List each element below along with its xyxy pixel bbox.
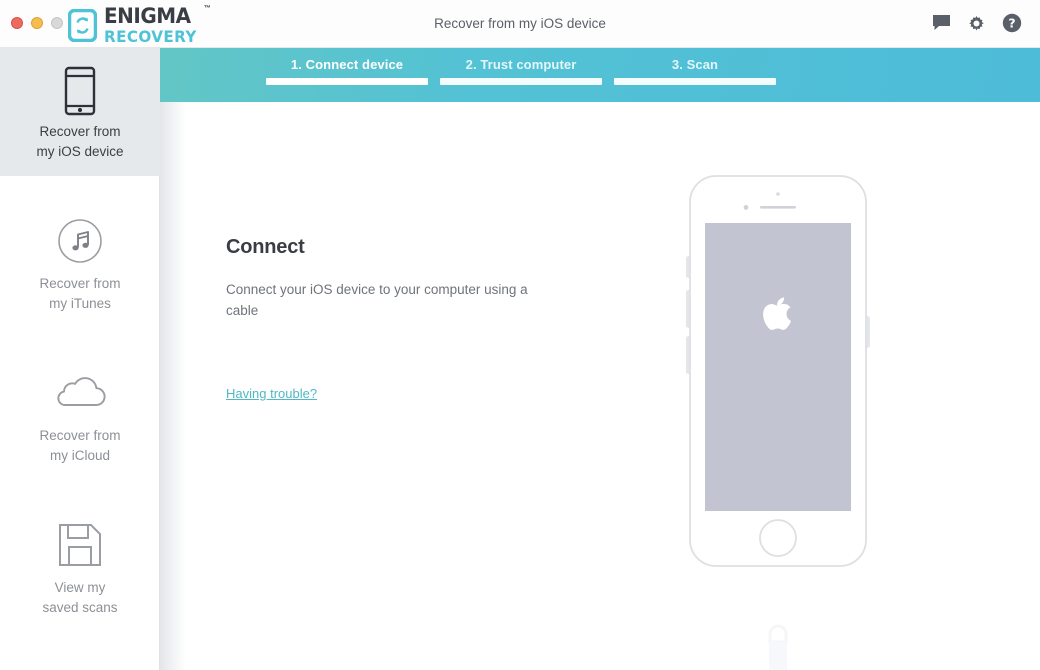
step-trust-computer[interactable]: 2. Trust computer (434, 57, 608, 85)
help-icon[interactable]: ? (1002, 13, 1022, 33)
titlebar-actions: ? (932, 13, 1022, 33)
brand-name-top: ENIGMA (104, 4, 191, 28)
step-list: 1. Connect device 2. Trust computer 3. S… (260, 57, 782, 85)
enigma-recovery-mark-icon (67, 8, 98, 43)
iphone-illustration (678, 168, 878, 573)
sidebar-item-ios-device[interactable]: Recover from my iOS device (0, 48, 160, 176)
lightning-cable-icon (758, 620, 798, 670)
connect-instructions: Connect Connect your iOS device to your … (226, 236, 556, 321)
app-logo-text: ENIGMA ™ RECOVERY (104, 4, 211, 46)
step-bar (614, 78, 776, 85)
sidebar-item-label: Recover from my iOS device (36, 124, 124, 159)
app-window: ENIGMA ™ RECOVERY Recover from my iOS de… (0, 0, 1040, 670)
app-logo: ENIGMA ™ RECOVERY (67, 4, 211, 46)
sidebar-item-icloud[interactable]: Recover from my iCloud (0, 350, 160, 480)
having-trouble-link[interactable]: Having trouble? (226, 386, 317, 401)
step-connect-device[interactable]: 1. Connect device (260, 57, 434, 85)
close-button[interactable] (11, 17, 23, 29)
minimize-button[interactable] (31, 17, 43, 29)
sidebar-item-saved-scans[interactable]: View my saved scans (0, 502, 160, 632)
sidebar-item-itunes[interactable]: Recover from my iTunes (0, 198, 160, 328)
step-label: 3. Scan (671, 57, 719, 72)
step-progress-header: 1. Connect device 2. Trust computer 3. S… (160, 48, 1040, 102)
window-controls (11, 17, 63, 29)
step-bar (440, 78, 602, 85)
sidebar: Recover from my iOS device Recover from my… (0, 48, 160, 670)
step-scan[interactable]: 3. Scan (608, 57, 782, 85)
page-description: Connect your iOS device to your computer… (226, 282, 528, 318)
phone-icon (64, 66, 96, 116)
zoom-button[interactable] (51, 17, 63, 29)
gear-icon[interactable] (967, 14, 986, 33)
brand-name-bottom: RECOVERY (104, 27, 197, 46)
sidebar-item-label: View my saved scans (42, 580, 118, 615)
svg-text:?: ? (1008, 16, 1015, 31)
feedback-icon[interactable] (932, 14, 951, 32)
floppy-disk-icon (57, 518, 103, 572)
main-content: Connect Connect your iOS device to your … (160, 102, 1040, 670)
music-note-circle-icon (57, 214, 103, 268)
page-title: Connect (226, 236, 305, 258)
trademark-symbol: ™ (203, 5, 211, 12)
step-label: 2. Trust computer (465, 57, 577, 72)
cloud-icon (54, 366, 106, 420)
sidebar-item-label: Recover from my iCloud (39, 428, 121, 463)
sidebar-item-label: Recover from my iTunes (39, 276, 121, 311)
step-label: 1. Connect device (290, 57, 404, 72)
titlebar: ENIGMA ™ RECOVERY Recover from my iOS de… (0, 0, 1040, 48)
step-bar (266, 78, 428, 85)
